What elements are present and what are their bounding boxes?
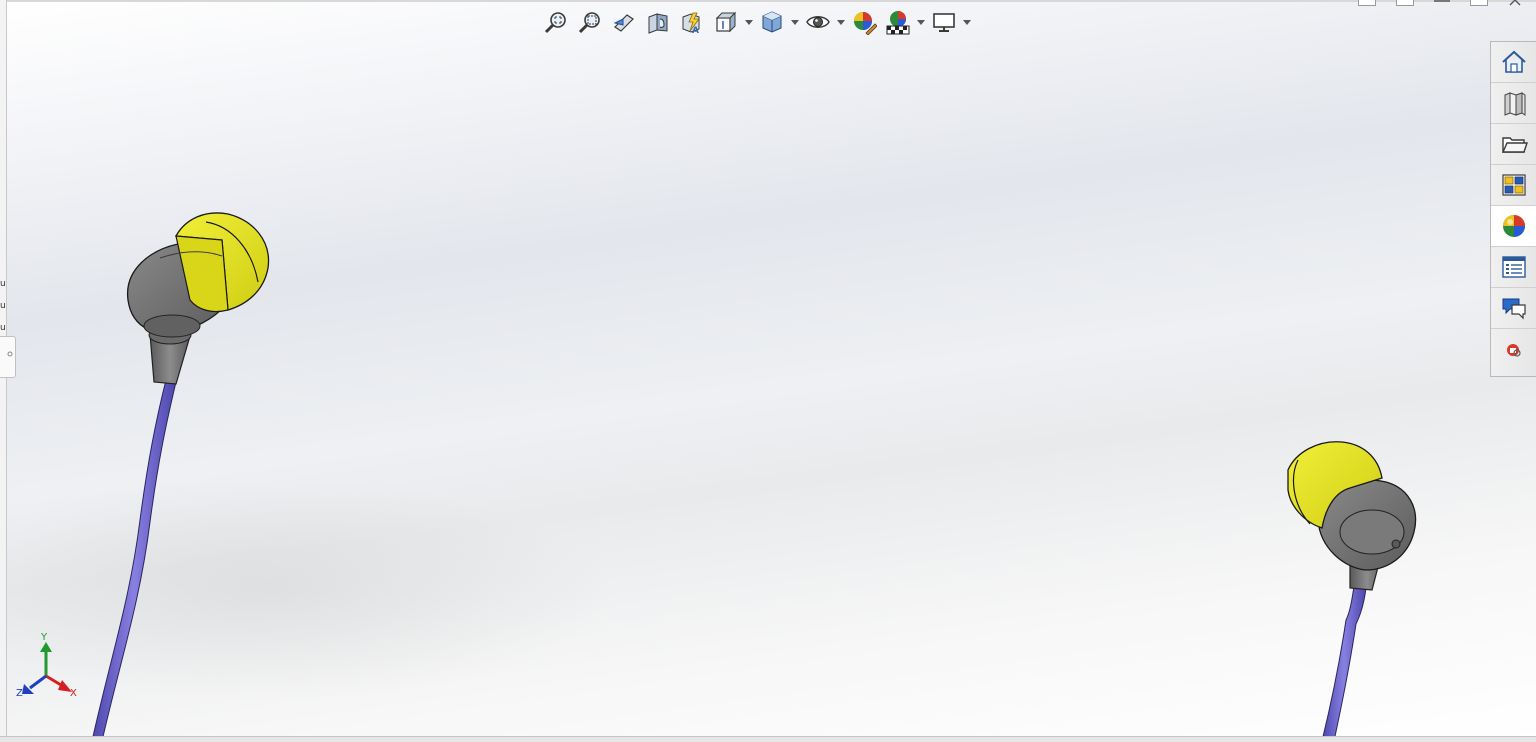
- previous-view-icon: [613, 14, 634, 32]
- zoom-to-fit-button[interactable]: [540, 5, 572, 39]
- hide-show-items-button[interactable]: [802, 5, 834, 39]
- appearances-icon: [1503, 215, 1525, 237]
- view-orientation-button[interactable]: [710, 5, 742, 39]
- chat-bubbles-icon: [1502, 298, 1526, 320]
- view-palette-icon: [1502, 174, 1526, 196]
- edit-appearance-icon: [854, 12, 877, 35]
- left-earbud[interactable]: [91, 212, 270, 741]
- display-style-icon: [762, 11, 782, 33]
- close-button[interactable]: [1508, 0, 1524, 6]
- minimize-button[interactable]: [1434, 0, 1450, 2]
- folder-icon: [1501, 137, 1528, 153]
- restore-button[interactable]: [1358, 0, 1376, 6]
- task-pane-view-palette[interactable]: [1491, 165, 1536, 206]
- svg-text:A: A: [692, 26, 699, 35]
- display-style-button[interactable]: [756, 5, 788, 39]
- home-icon: [1502, 50, 1526, 73]
- left-cable: [91, 379, 177, 741]
- zoom-to-fit-icon: [544, 12, 566, 34]
- reference-triad: Y X Z: [16, 632, 77, 699]
- task-pane-file-explorer[interactable]: [1491, 124, 1536, 165]
- section-view-icon: [648, 13, 668, 34]
- close-icon: [1509, 0, 1521, 6]
- view-orientation-dropdown[interactable]: [744, 5, 754, 39]
- tile-button[interactable]: [1396, 0, 1414, 6]
- apply-scene-button[interactable]: [882, 5, 914, 39]
- zoom-to-area-icon: [578, 12, 600, 34]
- view-orientation-icon: [715, 11, 737, 33]
- chevron-down-icon: [745, 19, 753, 25]
- design-library-icon: [1504, 92, 1526, 116]
- right-earbud[interactable]: [1287, 441, 1417, 741]
- task-pane-design-library[interactable]: [1491, 83, 1536, 124]
- triad-z-label: Z: [16, 688, 23, 699]
- previous-view-button[interactable]: [608, 5, 640, 39]
- apply-scene-icon: [886, 11, 910, 35]
- task-pane-forum[interactable]: [1491, 288, 1536, 329]
- section-view-button[interactable]: [642, 5, 674, 39]
- chevron-down-icon: [917, 19, 925, 25]
- dynamic-annotation-button[interactable]: A: [676, 5, 708, 39]
- task-pane-3dexperience[interactable]: [1491, 329, 1536, 370]
- chevron-down-icon: [791, 19, 799, 25]
- triad-x-label: X: [70, 688, 77, 699]
- maximize-button[interactable]: [1470, 0, 1488, 6]
- eye-icon: [806, 16, 830, 28]
- dynamic-annotation-views-icon: A: [682, 12, 700, 35]
- monitor-icon: [933, 13, 955, 32]
- triad-y-label: Y: [40, 632, 48, 643]
- display-style-dropdown[interactable]: [790, 5, 800, 39]
- custom-properties-icon: [1502, 256, 1526, 278]
- view-settings-button[interactable]: [928, 5, 960, 39]
- task-pane: [1490, 41, 1536, 377]
- 3dexperience-marketplace-icon: [1507, 343, 1521, 357]
- window-controls: [1358, 0, 1524, 6]
- heads-up-view-toolbar: A: [540, 4, 972, 40]
- chevron-down-icon: [837, 19, 845, 25]
- right-cable: [1321, 585, 1367, 741]
- hide-show-items-dropdown[interactable]: [836, 5, 846, 39]
- view-settings-dropdown[interactable]: [962, 5, 972, 39]
- earphone-model[interactable]: Y X Z: [0, 0, 1536, 741]
- zoom-to-area-button[interactable]: [574, 5, 606, 39]
- chevron-down-icon: [963, 19, 971, 25]
- status-bar-edge: [0, 736, 1536, 742]
- apply-scene-dropdown[interactable]: [916, 5, 926, 39]
- edit-appearance-button[interactable]: [848, 5, 880, 39]
- task-pane-appearances[interactable]: [1491, 206, 1536, 247]
- task-pane-resources[interactable]: [1491, 42, 1536, 83]
- task-pane-custom-properties[interactable]: [1491, 247, 1536, 288]
